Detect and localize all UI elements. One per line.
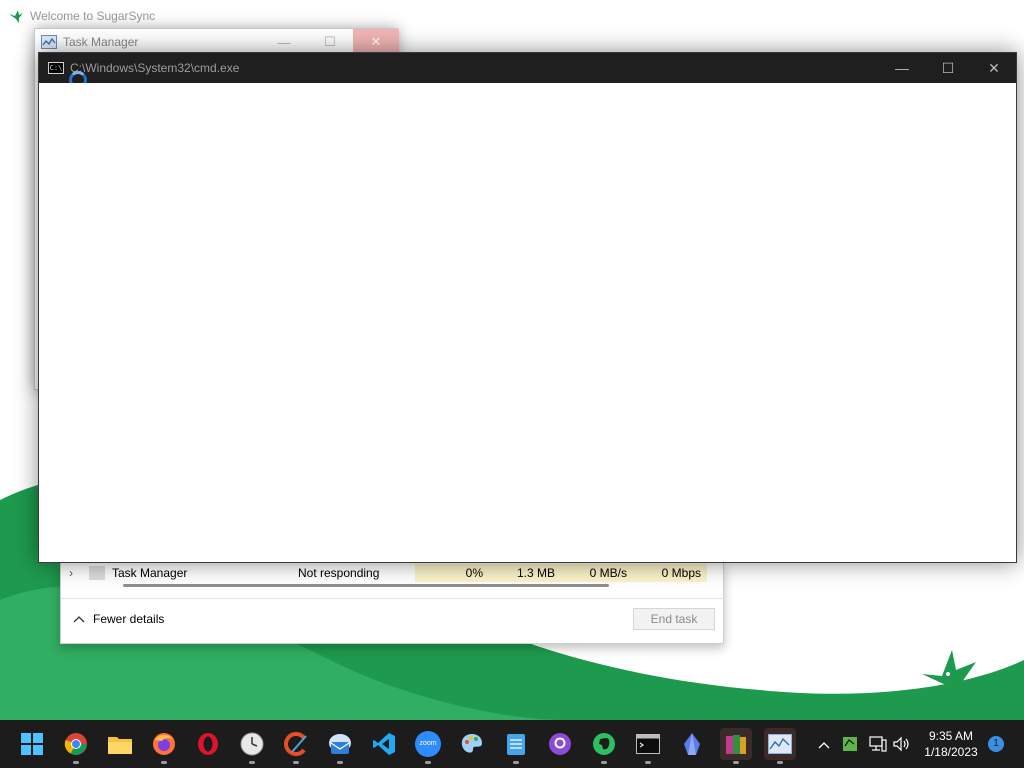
github-icon	[549, 733, 571, 755]
task-manager-taskbar-button[interactable]	[764, 728, 796, 764]
task-manager-title: Task Manager	[63, 35, 139, 49]
taskbar: zoom 9:35 AM 1/18/2023	[0, 720, 1024, 768]
zoom-taskbar-button[interactable]: zoom	[412, 728, 444, 764]
footer-divider	[61, 598, 725, 599]
running-indicator	[293, 761, 299, 764]
task-manager-bottom-panel: › Task Manager Not responding 0% 1.3 MB …	[60, 562, 725, 644]
ccleaner-taskbar-button[interactable]	[280, 728, 312, 764]
fewer-details-button[interactable]: Fewer details	[73, 612, 164, 626]
running-indicator	[425, 761, 431, 764]
process-network: 0 Mbps	[633, 564, 707, 582]
sugarsync-logo-icon	[922, 650, 976, 704]
cmd-window-icon: C:\	[48, 62, 64, 74]
process-row[interactable]: › Task Manager Not responding 0% 1.3 MB …	[61, 562, 725, 582]
crystal-app-icon	[684, 733, 700, 755]
cmd-close-button[interactable]: ✕	[971, 53, 1017, 83]
task-manager-icon	[768, 734, 792, 754]
clock-app-taskbar-button[interactable]	[236, 728, 268, 764]
cmd-icon	[636, 734, 660, 754]
winrar-taskbar-button[interactable]	[720, 728, 752, 764]
running-indicator	[601, 761, 607, 764]
zoom-icon: zoom	[415, 731, 441, 757]
clock-app-icon	[240, 732, 264, 756]
fewer-details-label: Fewer details	[93, 612, 165, 626]
process-cpu: 0%	[415, 564, 489, 582]
firefox-taskbar-button[interactable]	[148, 728, 180, 764]
opera-taskbar-button[interactable]	[192, 728, 224, 760]
process-status: Not responding	[298, 566, 380, 580]
mail-app-icon	[329, 734, 351, 754]
end-task-button[interactable]: End task	[633, 608, 715, 630]
row-expand-chevron-icon[interactable]: ›	[69, 564, 73, 582]
winrar-icon	[726, 735, 746, 754]
crystal-app-taskbar-button[interactable]	[676, 728, 708, 760]
vscode-icon	[373, 733, 395, 755]
cmd-window-title: C:\Windows\System32\cmd.exe	[70, 61, 240, 75]
paint-taskbar-button[interactable]	[456, 728, 488, 760]
show-hidden-icons-chevron-up-icon[interactable]	[814, 734, 834, 754]
chrome-taskbar-button[interactable]	[60, 728, 92, 764]
sugarsync-tray-icon[interactable]	[840, 734, 860, 754]
start-button[interactable]	[16, 728, 48, 760]
process-name: Task Manager	[112, 566, 188, 580]
notification-badge[interactable]: 1	[988, 736, 1004, 752]
running-indicator	[513, 761, 519, 764]
running-indicator	[161, 761, 167, 764]
evernote-icon	[593, 733, 615, 755]
file-explorer-icon	[108, 737, 132, 754]
github-taskbar-button[interactable]	[544, 728, 576, 760]
evernote-taskbar-button[interactable]	[588, 728, 620, 764]
cmd-console-area[interactable]	[39, 83, 1016, 562]
cmd-minimize-button[interactable]: —	[879, 53, 925, 83]
process-disk: 0 MB/s	[561, 564, 633, 582]
sugarsync-title-text: Welcome to SugarSync	[30, 9, 156, 23]
chrome-icon	[64, 733, 87, 755]
opera-icon	[198, 733, 218, 755]
task-manager-icon	[41, 35, 57, 49]
running-indicator	[249, 761, 255, 764]
running-indicator	[73, 761, 79, 764]
clock-time: 9:35 AM	[928, 729, 974, 743]
cmd-maximize-button[interactable]: ☐	[925, 53, 971, 83]
horizontal-scrollbar[interactable]	[123, 584, 609, 587]
process-icon	[89, 566, 105, 580]
file-explorer-taskbar-button[interactable]	[104, 728, 136, 760]
vscode-taskbar-button[interactable]	[368, 728, 400, 760]
cmd-window[interactable]: C:\ C:\Windows\System32\cmd.exe — ☐ ✕	[38, 52, 1017, 563]
running-indicator	[777, 761, 783, 764]
volume-icon[interactable]	[892, 734, 912, 754]
running-indicator	[337, 761, 343, 764]
process-memory: 1.3 MB	[489, 564, 561, 582]
windows-start-icon	[21, 733, 43, 755]
mail-app-taskbar-button[interactable]	[324, 728, 356, 764]
network-icon[interactable]	[868, 734, 888, 754]
paint-icon	[461, 734, 482, 753]
running-indicator	[733, 761, 739, 764]
ccleaner-icon	[284, 732, 307, 756]
notepad-taskbar-button[interactable]	[500, 728, 532, 764]
chevron-up-icon	[73, 616, 85, 623]
running-indicator	[645, 761, 651, 764]
taskbar-clock[interactable]: 9:35 AM 1/18/2023	[916, 728, 986, 760]
sugarsync-window-title[interactable]: Welcome to SugarSync	[8, 6, 155, 26]
clock-date: 1/18/2023	[924, 745, 978, 759]
firefox-icon	[153, 733, 175, 755]
sugarsync-bird-icon	[9, 10, 23, 23]
cmd-titlebar[interactable]: C:\ C:\Windows\System32\cmd.exe — ☐ ✕	[39, 53, 1017, 89]
notepad-icon	[507, 734, 525, 755]
cmd-taskbar-button[interactable]	[632, 728, 664, 764]
